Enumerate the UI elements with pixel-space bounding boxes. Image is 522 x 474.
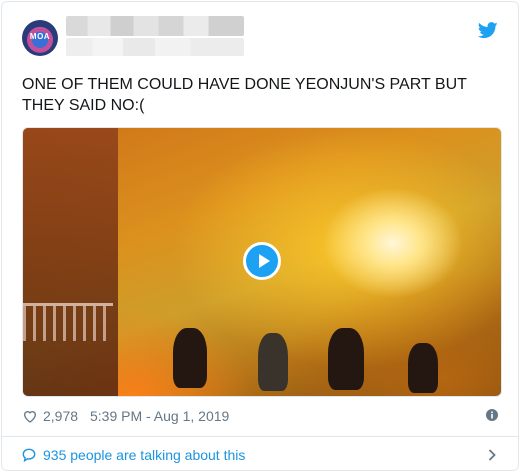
like-count[interactable]: 2,978: [43, 406, 78, 426]
timestamp-link[interactable]: 5:39 PM - Aug 1, 2019: [90, 406, 229, 426]
tweet-text: ONE OF THEM COULD HAVE DONE YEONJUN'S PA…: [22, 76, 467, 114]
play-icon: [259, 254, 270, 268]
scene-shadow: [23, 128, 118, 396]
info-icon[interactable]: [486, 409, 498, 421]
tweet-header: MOA: [22, 16, 498, 60]
chevron-right-icon[interactable]: [488, 449, 496, 461]
scene-railing: [23, 303, 113, 341]
video-thumbnail[interactable]: [22, 127, 502, 397]
author-handle-redacted[interactable]: [66, 38, 244, 56]
talking-count-text: 935 people are talking about this: [43, 447, 246, 463]
dancer-figure: [328, 328, 364, 390]
avatar-text: MOA: [29, 32, 51, 41]
twitter-bird-icon[interactable]: [478, 22, 498, 39]
dancer-figure: [408, 343, 438, 393]
speech-bubble-icon: [22, 448, 36, 462]
avatar[interactable]: MOA: [22, 20, 58, 56]
divider: [2, 436, 518, 437]
play-button[interactable]: [243, 242, 281, 280]
tweet-card[interactable]: MOA ONE OF THEM COULD HAVE DONE YEONJUN'…: [1, 1, 519, 471]
tweet-meta: 2,978 5:39 PM - Aug 1, 2019: [22, 406, 498, 426]
author-name-redacted[interactable]: [66, 16, 244, 36]
dancer-figure: [258, 333, 288, 391]
conversation-link[interactable]: 935 people are talking about this: [22, 444, 498, 466]
heart-icon[interactable]: [22, 408, 38, 424]
dancer-figure: [173, 328, 207, 388]
